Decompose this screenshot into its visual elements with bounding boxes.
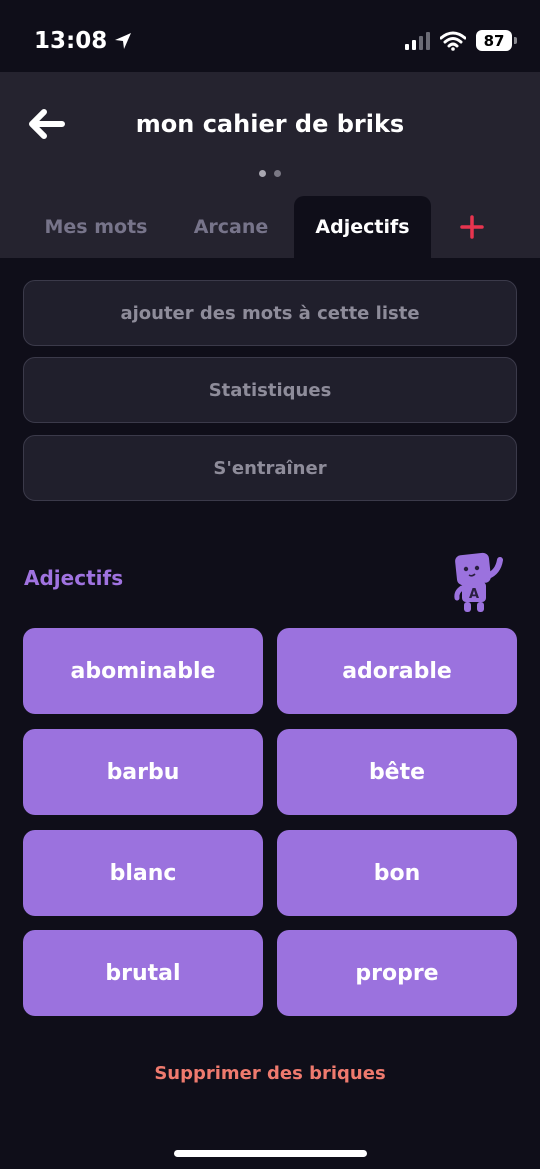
plus-icon <box>460 215 484 239</box>
tab-mes-mots[interactable]: Mes mots <box>26 196 166 258</box>
page-dot <box>274 170 281 177</box>
add-words-label: ajouter des mots à cette liste <box>120 302 420 324</box>
battery-level: 87 <box>483 31 505 50</box>
word-label: barbu <box>106 759 180 785</box>
tab-label: Adjectifs <box>315 216 410 238</box>
mascot-icon: A <box>454 552 503 612</box>
practice-button[interactable]: S'entraîner <box>23 435 517 501</box>
add-tab-button[interactable] <box>452 208 492 246</box>
word-brick-adorable[interactable]: adorable <box>277 628 517 714</box>
status-bar: 13:08 87 <box>0 0 540 72</box>
word-label: abominable <box>70 658 216 684</box>
tab-bar: Mes mots Arcane Adjectifs <box>0 196 540 258</box>
word-label: propre <box>355 960 439 986</box>
practice-label: S'entraîner <box>213 457 327 479</box>
statistics-label: Statistiques <box>208 379 332 401</box>
statistics-button[interactable]: Statistiques <box>23 357 517 423</box>
svg-text:A: A <box>469 587 479 602</box>
page-title: mon cahier de briks <box>135 110 405 138</box>
word-label: bon <box>373 860 421 886</box>
add-words-button[interactable]: ajouter des mots à cette liste <box>23 280 517 346</box>
word-brick-barbu[interactable]: barbu <box>23 729 263 815</box>
word-label: adorable <box>342 658 452 684</box>
app-header: mon cahier de briks Mes mots Arcane Adje… <box>0 72 540 258</box>
tab-label: Mes mots <box>44 216 148 238</box>
word-brick-brutal[interactable]: brutal <box>23 930 263 1016</box>
word-label: brutal <box>105 960 181 986</box>
location-arrow-icon <box>115 33 132 49</box>
word-brick-blanc[interactable]: blanc <box>23 830 263 916</box>
home-indicator[interactable] <box>174 1150 367 1157</box>
tab-arcane[interactable]: Arcane <box>176 196 286 258</box>
status-time-group: 13:08 <box>34 28 133 54</box>
status-indicators: 87 <box>405 30 517 51</box>
word-brick-bete[interactable]: bête <box>277 729 517 815</box>
status-time: 13:08 <box>34 28 108 54</box>
word-brick-abominable[interactable]: abominable <box>23 628 263 714</box>
page-indicator <box>0 170 540 177</box>
signal-icon <box>405 31 430 50</box>
wifi-icon <box>440 31 466 51</box>
word-label: blanc <box>109 860 177 886</box>
list-title: Adjectifs <box>24 566 124 590</box>
word-brick-propre[interactable]: propre <box>277 930 517 1016</box>
tab-adjectifs[interactable]: Adjectifs <box>294 196 431 258</box>
battery-icon: 87 <box>476 30 517 51</box>
tab-label: Arcane <box>193 216 269 238</box>
word-brick-bon[interactable]: bon <box>277 830 517 916</box>
page-dot <box>259 170 266 177</box>
word-label: bête <box>368 759 426 785</box>
delete-bricks-button[interactable]: Supprimer des briques <box>0 1063 540 1084</box>
